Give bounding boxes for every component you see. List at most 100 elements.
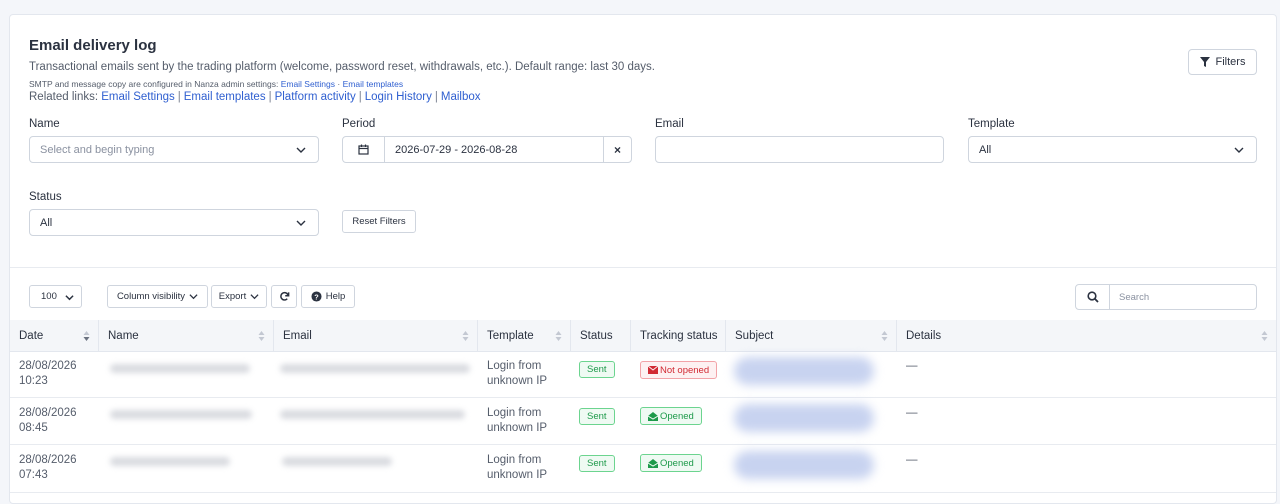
cell-date-day: 28/08/2026 — [19, 407, 77, 419]
svg-text:?: ? — [314, 292, 319, 301]
smtp-note-text: SMTP and message copy are configured in … — [29, 79, 279, 89]
smtp-link-email-templates[interactable]: Email templates — [343, 79, 403, 89]
table-header: Date Name Email Template Status Tracking… — [10, 320, 1276, 352]
column-header-label: Name — [108, 330, 139, 342]
reset-filters-button[interactable]: Reset Filters — [342, 210, 416, 233]
filters-button[interactable]: Filters — [1188, 49, 1257, 75]
related-separator: | — [434, 91, 438, 103]
column-header-label: Email — [283, 330, 312, 342]
tracking-badge: Not opened — [640, 361, 718, 379]
filters-button-label: Filters — [1215, 56, 1246, 68]
question-circle-icon: ? — [311, 291, 322, 302]
chevron-down-icon — [296, 147, 306, 153]
envelope-icon — [648, 366, 658, 374]
envelope-open-icon — [648, 411, 658, 421]
related-separator: | — [177, 91, 181, 103]
smtp-link-email-settings[interactable]: Email Settings — [281, 79, 335, 89]
sort-icon — [258, 331, 265, 341]
sort-icon — [1261, 331, 1268, 341]
column-visibility-label: Column visibility — [116, 291, 186, 302]
clear-period-button[interactable]: × — [603, 137, 631, 162]
export-button[interactable]: Export — [211, 285, 267, 308]
sort-icon — [83, 331, 90, 341]
chevron-down-icon — [1234, 147, 1244, 153]
cell-details: — — [906, 454, 918, 466]
period-range-field[interactable]: 2026-07-29 - 2026-08-28 × — [342, 136, 632, 163]
funnel-icon — [1199, 57, 1210, 67]
column-header-label: Subject — [735, 330, 774, 342]
column-header-template[interactable]: Template — [478, 320, 571, 352]
page-title: Email delivery log — [29, 37, 157, 54]
tracking-badge-label: Not opened — [660, 364, 710, 376]
cell-date: 28/08/2026 07:43 — [19, 453, 77, 483]
column-header-label: Date — [19, 330, 44, 342]
column-visibility-button[interactable]: Column visibility — [107, 285, 208, 308]
cell-details: — — [906, 407, 918, 419]
cell-template: Login from unknown IP — [487, 406, 547, 436]
table-row[interactable]: 28/08/2026 08:45 Login from unknown IP S… — [10, 398, 1276, 445]
related-link-email-settings[interactable]: Email Settings — [101, 91, 175, 103]
refresh-button[interactable] — [271, 285, 297, 308]
table-search — [1075, 284, 1257, 310]
period-range-value: 2026-07-29 - 2026-08-28 — [395, 144, 518, 156]
chevron-down-icon — [250, 294, 259, 300]
email-filter-label: Email — [655, 118, 684, 130]
email-input[interactable] — [655, 136, 944, 163]
cell-template-line: unknown IP — [487, 469, 548, 481]
column-header-label: Details — [906, 330, 942, 342]
page-length-select[interactable]: 100 — [29, 285, 82, 308]
status-badge: Sent — [579, 408, 615, 425]
column-header-status[interactable]: Status — [571, 320, 631, 352]
table-row[interactable]: 28/08/2026 10:23 Login from unknown IP S… — [10, 352, 1276, 398]
chevron-down-icon — [296, 220, 306, 226]
related-link-platform-activity[interactable]: Platform activity — [275, 91, 356, 103]
tracking-badge: Opened — [640, 407, 702, 425]
column-header-date[interactable]: Date — [10, 320, 99, 352]
related-separator: | — [268, 91, 272, 103]
redacted-name — [110, 410, 252, 419]
search-icon[interactable] — [1076, 285, 1110, 309]
column-header-label: Status — [580, 330, 613, 342]
column-header-name[interactable]: Name — [99, 320, 274, 352]
cell-date-time: 07:43 — [19, 469, 48, 481]
cell-details: — — [906, 360, 918, 372]
sort-icon — [881, 331, 888, 341]
status-badge: Sent — [579, 361, 615, 378]
cell-date-time: 08:45 — [19, 422, 48, 434]
page-length-value: 100 — [41, 291, 57, 302]
related-links-label: Related links: — [29, 91, 99, 103]
help-button[interactable]: ? Help — [301, 285, 355, 308]
redacted-subject — [734, 451, 874, 479]
redacted-name — [110, 457, 230, 466]
cell-template-line: Login from — [487, 360, 542, 372]
related-link-login-history[interactable]: Login History — [365, 91, 432, 103]
template-select[interactable]: All — [968, 136, 1257, 163]
column-header-subject[interactable]: Subject — [726, 320, 897, 352]
redacted-subject — [734, 357, 874, 385]
calendar-icon[interactable] — [343, 137, 385, 162]
template-filter-label: Template — [968, 118, 1015, 130]
name-select[interactable]: Select and begin typing — [29, 136, 319, 163]
status-select[interactable]: All — [29, 209, 319, 236]
related-link-email-templates[interactable]: Email templates — [184, 91, 266, 103]
envelope-open-icon — [648, 458, 658, 468]
status-select-value: All — [40, 217, 53, 229]
tracking-badge-label: Opened — [660, 457, 694, 469]
tracking-badge-label: Opened — [660, 410, 694, 422]
column-header-tracking-status[interactable]: Tracking status — [631, 320, 726, 352]
smtp-note: SMTP and message copy are configured in … — [29, 79, 403, 89]
column-header-email[interactable]: Email — [274, 320, 478, 352]
search-input[interactable] — [1111, 285, 1256, 309]
related-link-mailbox[interactable]: Mailbox — [441, 91, 481, 103]
redacted-email — [282, 457, 392, 466]
cell-template-line: Login from — [487, 454, 542, 466]
cell-date: 28/08/2026 08:45 — [19, 406, 77, 436]
related-separator: | — [358, 91, 362, 103]
table-row[interactable]: 28/08/2026 07:43 Login from unknown IP S… — [10, 445, 1276, 493]
cell-date-day: 28/08/2026 — [19, 454, 77, 466]
redacted-name — [110, 364, 250, 373]
related-links: Related links: Email Settings | Email temp… — [29, 91, 481, 103]
name-select-placeholder: Select and begin typing — [40, 144, 155, 156]
column-header-details[interactable]: Details — [897, 320, 1276, 352]
sort-icon — [462, 331, 469, 341]
